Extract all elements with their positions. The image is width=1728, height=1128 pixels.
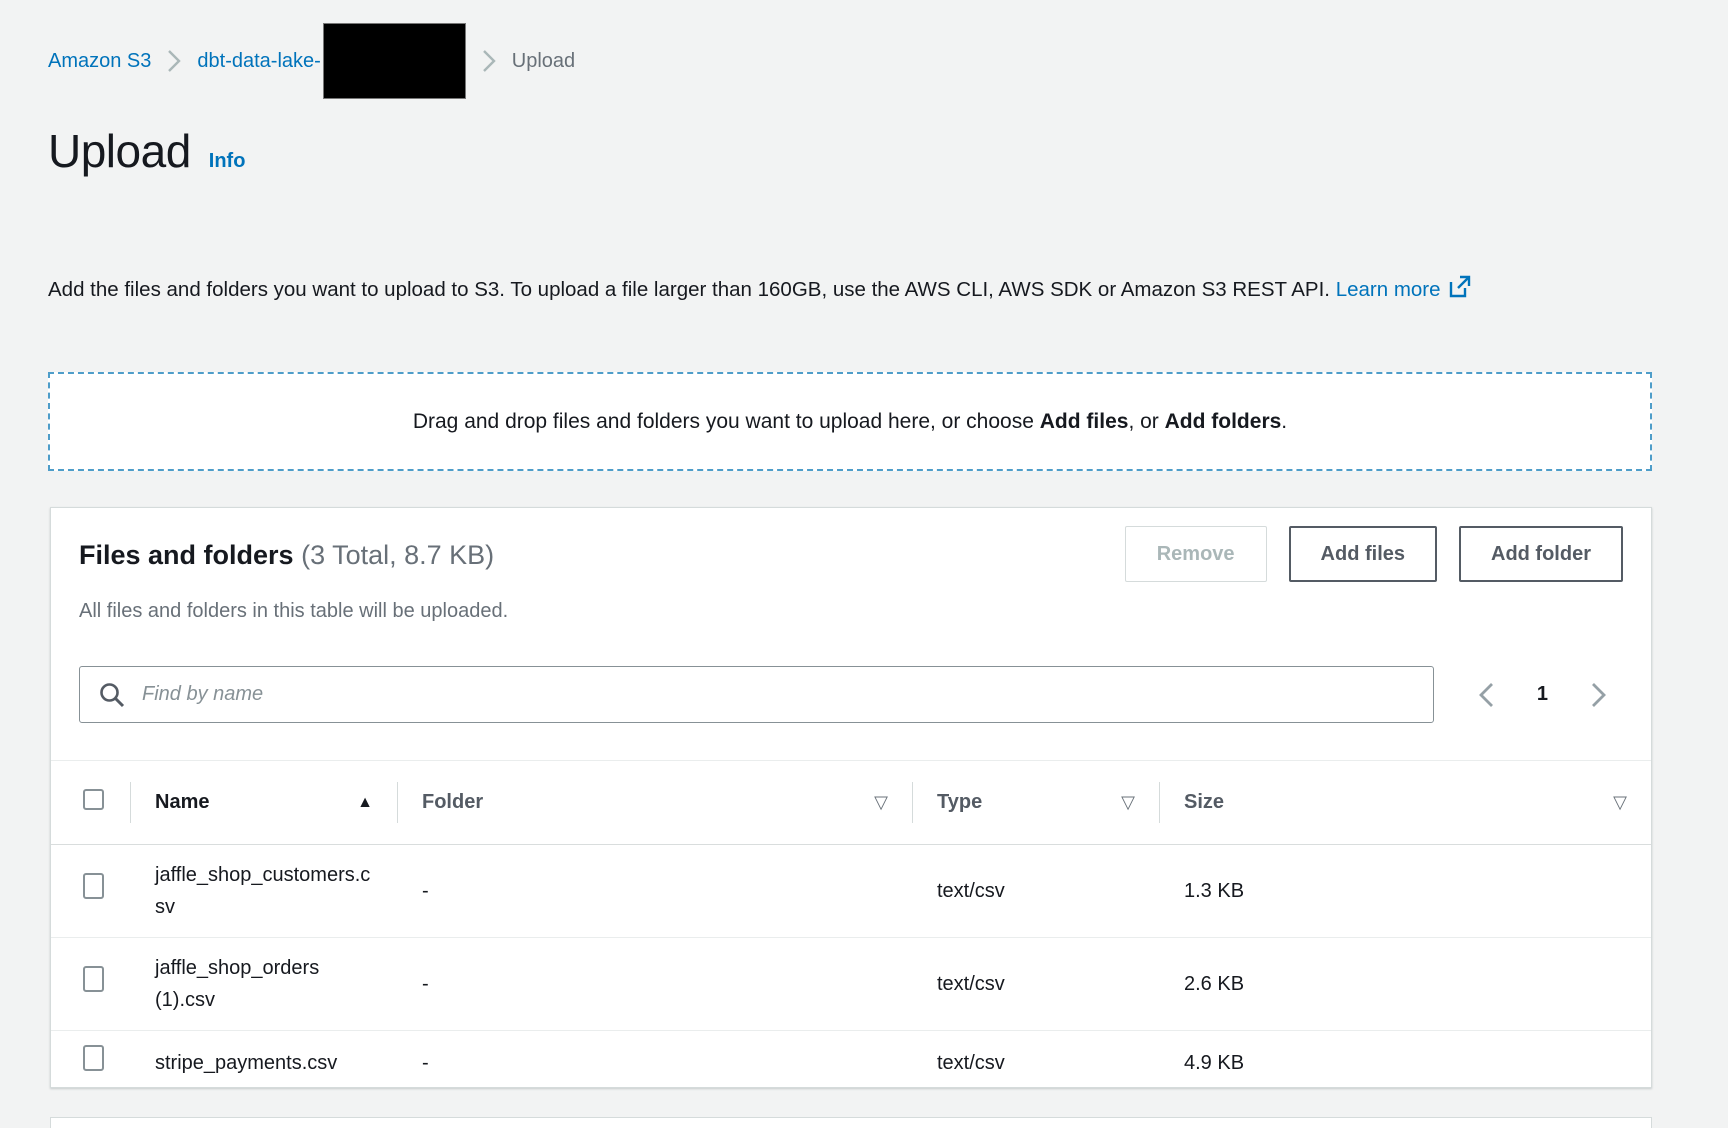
column-header-type[interactable]: Type ▽ — [912, 761, 1159, 845]
column-header-name[interactable]: Name ▲ — [130, 761, 397, 845]
s3-upload-page: Amazon S3 dbt-data-lake- Upload Upload I… — [0, 0, 1728, 1128]
info-link[interactable]: Info — [209, 150, 246, 173]
breadcrumb-chevron-icon — [482, 48, 496, 74]
table-row: jaffle_shop_orders (1).csv - text/csv 2.… — [51, 938, 1651, 1031]
sort-ascending-icon: ▲ — [357, 794, 373, 812]
dropzone-text: Drag and drop files and folders you want… — [413, 410, 1287, 434]
table-row: stripe_payments.csv - text/csv 4.9 KB — [51, 1031, 1651, 1096]
column-header-folder[interactable]: Folder ▽ — [397, 761, 912, 845]
add-files-button[interactable]: Add files — [1289, 526, 1437, 582]
cell-size: 1.3 KB — [1159, 845, 1651, 938]
column-header-size[interactable]: Size ▽ — [1159, 761, 1651, 845]
cell-size: 2.6 KB — [1159, 938, 1651, 1031]
cell-folder: - — [397, 845, 912, 938]
drag-drop-zone[interactable]: Drag and drop files and folders you want… — [48, 372, 1652, 471]
page-title-row: Upload Info — [48, 124, 245, 178]
row-checkbox[interactable] — [83, 1045, 104, 1071]
files-and-folders-panel: Files and folders (3 Total, 8.7 KB) All … — [50, 507, 1652, 1088]
search-box — [79, 666, 1434, 723]
select-all-checkbox[interactable] — [83, 789, 104, 810]
remove-button[interactable]: Remove — [1125, 526, 1267, 582]
panel-count-value: (3 Total, 8.7 KB) — [301, 540, 494, 570]
panel-title: Files and folders (3 Total, 8.7 KB) — [79, 540, 494, 571]
breadcrumb: Amazon S3 dbt-data-lake- Upload — [48, 22, 575, 100]
cell-folder: - — [397, 1031, 912, 1096]
breadcrumb-chevron-icon — [167, 48, 181, 74]
cell-folder: - — [397, 938, 912, 1031]
cell-name: jaffle_shop_orders (1).csv — [130, 938, 397, 1031]
sortable-down-icon: ▽ — [1121, 792, 1135, 813]
sortable-down-icon: ▽ — [874, 792, 888, 813]
sortable-down-icon: ▽ — [1613, 792, 1627, 813]
cell-type: text/csv — [912, 938, 1159, 1031]
previous-page-button[interactable] — [1478, 681, 1495, 709]
pagination: 1 — [1478, 681, 1623, 709]
column-label-size: Size — [1184, 791, 1224, 814]
search-row: 1 — [79, 666, 1623, 723]
files-table: Name ▲ Folder ▽ Type ▽ — [51, 760, 1651, 1095]
breadcrumb-amazon-s3-link[interactable]: Amazon S3 — [48, 50, 151, 73]
table-header-row: Name ▲ Folder ▽ Type ▽ — [51, 761, 1651, 845]
panel-actions: Remove Add files Add folder — [1125, 526, 1623, 582]
panel-subtitle: All files and folders in this table will… — [79, 600, 508, 623]
column-label-type: Type — [937, 791, 982, 814]
redacted-bucket-name — [323, 23, 466, 99]
select-all-header-cell — [51, 761, 130, 845]
breadcrumb-bucket-link[interactable]: dbt-data-lake- — [197, 50, 320, 73]
search-icon — [98, 681, 126, 709]
row-checkbox[interactable] — [83, 966, 104, 992]
page-title: Upload — [48, 124, 191, 178]
cell-name: jaffle_shop_customers.csv — [130, 845, 397, 938]
cell-name: stripe_payments.csv — [130, 1031, 397, 1096]
panel-title-text: Files and folders — [79, 540, 294, 570]
next-panel-edge — [50, 1117, 1652, 1128]
page-description: Add the files and folders you want to up… — [48, 271, 1500, 311]
breadcrumb-current-upload: Upload — [512, 50, 575, 73]
cell-size: 4.9 KB — [1159, 1031, 1651, 1096]
column-label-name: Name — [155, 791, 209, 814]
table-row: jaffle_shop_customers.csv - text/csv 1.3… — [51, 845, 1651, 938]
next-page-button[interactable] — [1590, 681, 1607, 709]
cell-type: text/csv — [912, 1031, 1159, 1096]
column-label-folder: Folder — [422, 791, 483, 814]
current-page-number[interactable]: 1 — [1537, 683, 1548, 706]
row-checkbox[interactable] — [83, 873, 104, 899]
search-input[interactable] — [140, 682, 1415, 707]
external-link-icon — [1447, 274, 1472, 311]
cell-type: text/csv — [912, 845, 1159, 938]
learn-more-link[interactable]: Learn more — [1336, 278, 1441, 301]
add-folder-button[interactable]: Add folder — [1459, 526, 1623, 582]
description-text: Add the files and folders you want to up… — [48, 278, 1330, 301]
